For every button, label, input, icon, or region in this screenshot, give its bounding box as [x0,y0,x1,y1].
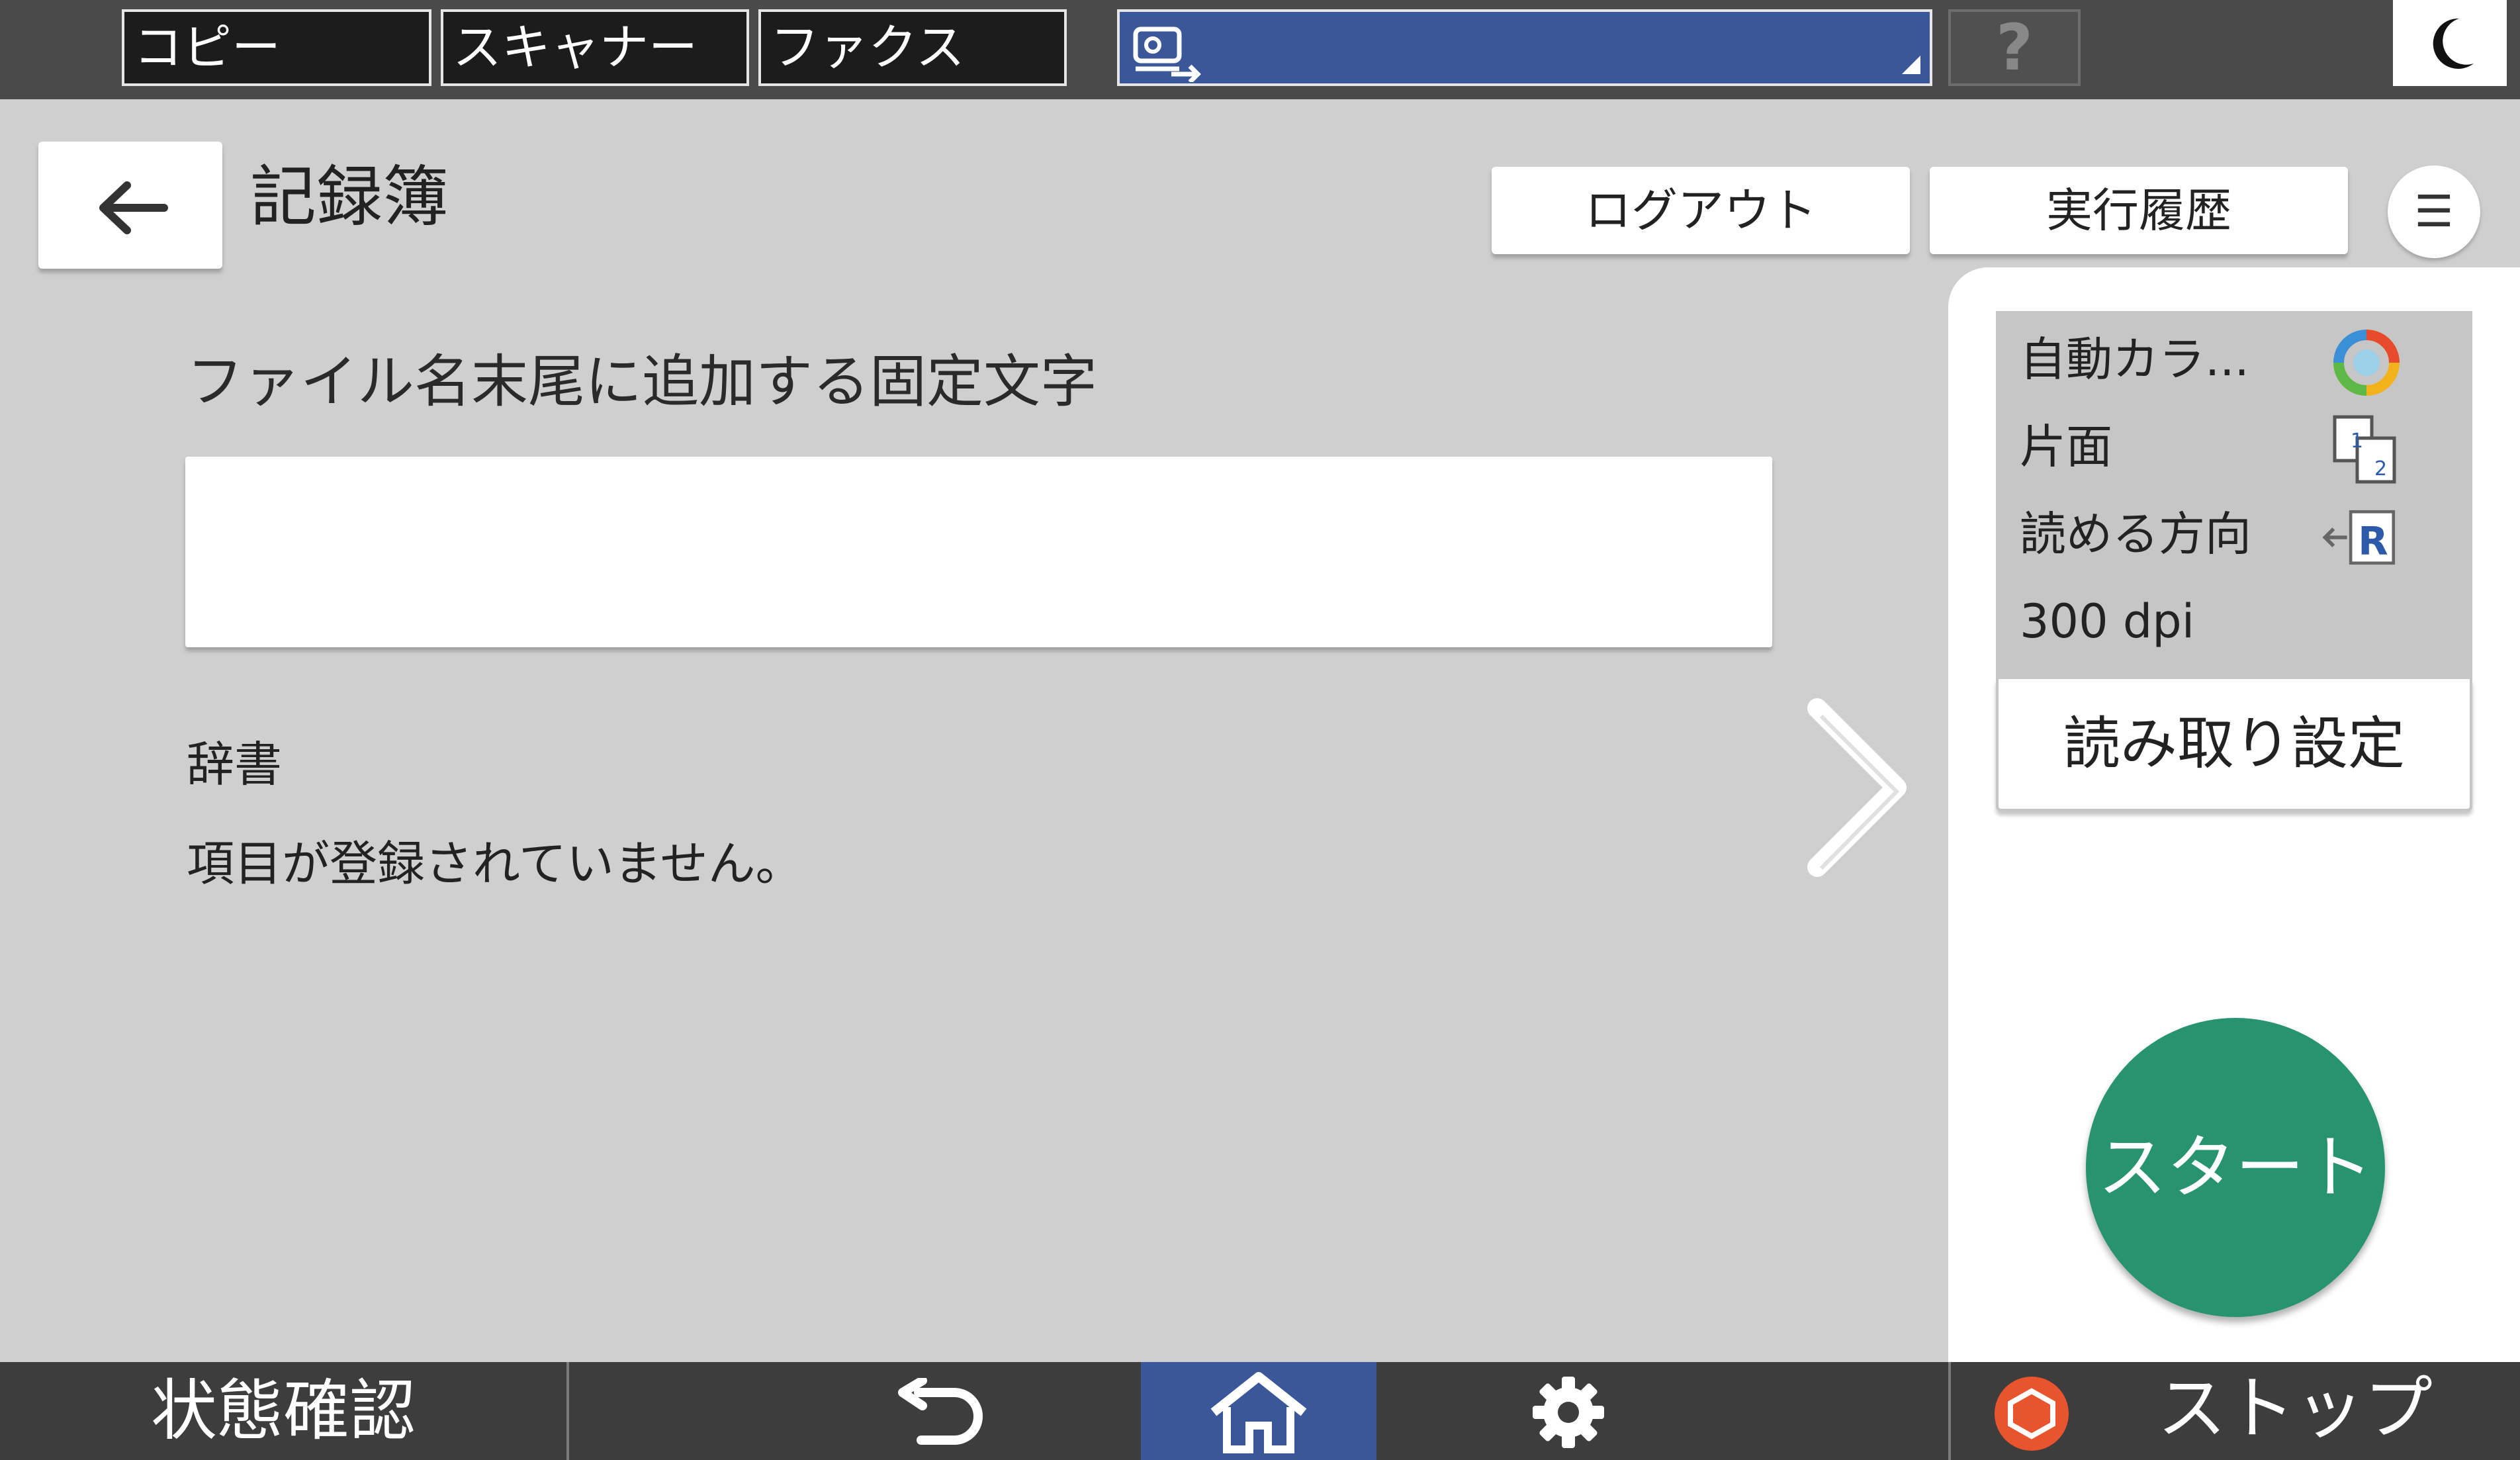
one-sided-icon: 1 2 [2333,415,2396,484]
logout-button[interactable]: ログアウト [1492,167,1910,254]
home-icon [1210,1372,1307,1453]
history-button[interactable]: 実行履歴 [1930,167,2348,254]
home-button[interactable] [1141,1362,1376,1460]
auto-color-icon [2333,330,2400,396]
color-mode-label: 自動カラ... [2020,332,2249,387]
scanner-app-icon [1133,26,1201,82]
menu-button[interactable]: ☰ [2388,165,2480,258]
settings-button[interactable] [1376,1362,1826,1460]
back-button[interactable] [38,142,222,269]
page-title: 記録簿 [250,158,449,236]
menu-icon: ☰ [2414,186,2454,237]
resolution-label: 300 dpi [2020,594,2195,649]
stop-icon [1995,1377,2069,1451]
scan-settings-button[interactable]: 読み取り設定 [1996,679,2472,811]
status-check-button[interactable]: 状態確認 [0,1362,566,1460]
dropdown-corner-icon [1902,56,1920,74]
back-arrow-icon [99,181,168,234]
sides-label: 片面 [2020,420,2112,474]
gear-icon [1533,1377,1604,1448]
dictionary-label: 辞書 [187,737,283,792]
return-button[interactable] [569,1362,1141,1460]
help-button[interactable]: ? [1948,9,2081,86]
suffix-field-label: ファイル名末尾に追加する固定文字 [187,349,1097,415]
svg-text:R: R [2358,518,2388,564]
expand-panel-chevron-icon[interactable] [1797,695,1916,880]
moon-icon [2433,18,2474,69]
readable-orientation-icon: R [2322,510,2396,565]
return-arrow-icon [898,1378,983,1445]
night-mode-button[interactable] [2393,0,2507,86]
tab-copy[interactable]: コピー [122,9,431,86]
stop-label: ストップ [2157,1368,2433,1449]
tab-fax[interactable]: ファクス [758,9,1067,86]
svg-text:2: 2 [2374,457,2387,480]
suffix-text-input[interactable] [185,457,1772,647]
tab-scanner[interactable]: スキャナー [441,9,749,86]
dictionary-empty-message: 項目が登録されていません。 [187,836,803,891]
start-button[interactable]: スタート [2086,1018,2385,1317]
orientation-label: 読める方向 [2020,507,2251,561]
svg-text:1: 1 [2351,430,2363,453]
app-switch-dropdown[interactable] [1117,9,1932,86]
